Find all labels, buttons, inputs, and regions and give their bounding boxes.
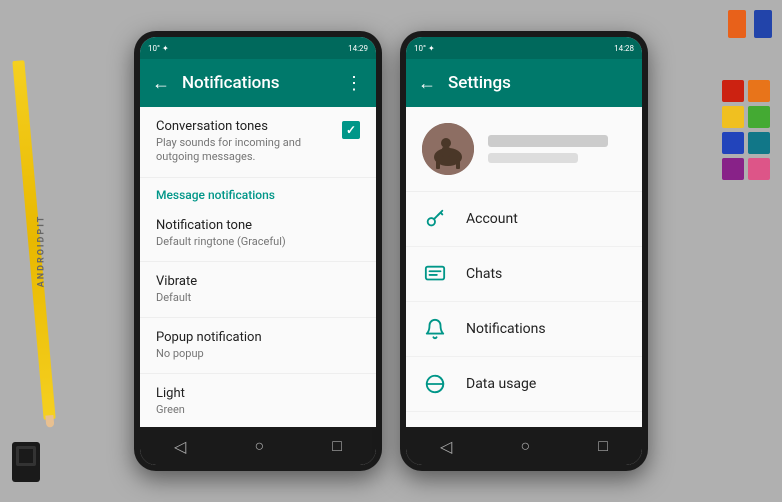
profile-name	[488, 135, 608, 147]
vibrate-subtitle: Default	[156, 291, 360, 305]
profile-section[interactable]	[406, 107, 642, 192]
app-bar-right: ← Settings	[406, 59, 642, 107]
pencil-decoration	[12, 60, 55, 420]
notifications-content: Conversation tones Play sounds for incom…	[140, 107, 376, 427]
light-title: Light	[156, 386, 360, 401]
app-bar-left: ← Notifications ⋮	[140, 59, 376, 107]
bell-icon	[422, 316, 448, 342]
nav-recent-left[interactable]: □	[316, 432, 358, 460]
menu-dots-left[interactable]: ⋮	[345, 73, 364, 94]
conversation-tones-checkbox[interactable]	[342, 121, 360, 139]
bottom-nav-right: ◁ ○ □	[406, 427, 642, 465]
app-bar-title-left: Notifications	[182, 73, 333, 93]
profile-status	[488, 153, 578, 163]
conversation-tones-title: Conversation tones	[156, 119, 342, 134]
colored-blocks	[722, 80, 770, 180]
nav-back-left[interactable]: ◁	[158, 433, 202, 460]
time-right: 14:28	[614, 44, 634, 53]
clip-bottom-left	[12, 442, 40, 482]
setting-conversation-tones[interactable]: Conversation tones Play sounds for incom…	[140, 107, 376, 178]
desktop-background: ANDROIDPIT	[0, 0, 782, 502]
phone-right-screen: 10° ✦ 14:28 ← Settings	[406, 37, 642, 465]
phone-left-screen: 10° ✦ 14:29 ← Notifications ⋮	[140, 37, 376, 465]
status-bar-left: 10° ✦ 14:29	[140, 37, 376, 59]
account-label: Account	[466, 211, 518, 227]
phones-container: 10° ✦ 14:29 ← Notifications ⋮	[134, 31, 648, 471]
nav-back-right[interactable]: ◁	[424, 433, 468, 460]
nav-home-right[interactable]: ○	[504, 432, 546, 460]
setting-light[interactable]: Light Green	[140, 374, 376, 427]
phone-left: 10° ✦ 14:29 ← Notifications ⋮	[134, 31, 382, 471]
vibrate-title: Vibrate	[156, 274, 360, 289]
nav-home-left[interactable]: ○	[238, 432, 280, 460]
androidpit-label: ANDROIDPIT	[36, 215, 46, 288]
clip-blue	[754, 10, 772, 38]
menu-item-account[interactable]: Account	[406, 192, 642, 247]
menu-item-data-usage[interactable]: Data usage	[406, 357, 642, 412]
status-left-right: 10° ✦	[414, 44, 435, 53]
avatar-silhouette	[422, 123, 474, 175]
time-left: 14:29	[348, 44, 368, 53]
bottom-nav-left: ◁ ○ □	[140, 427, 376, 465]
conversation-tones-subtitle: Play sounds for incoming and outgoing me…	[156, 136, 342, 165]
key-icon	[422, 206, 448, 232]
avatar	[422, 123, 474, 175]
status-bar-right: 10° ✦ 14:28	[406, 37, 642, 59]
settings-content: Account Chats	[406, 107, 642, 427]
signal-icon-right: 10° ✦	[414, 44, 435, 53]
profile-info	[488, 135, 626, 163]
notification-tone-subtitle: Default ringtone (Graceful)	[156, 235, 360, 249]
app-bar-title-right: Settings	[448, 73, 630, 93]
setting-vibrate[interactable]: Vibrate Default	[140, 262, 376, 318]
setting-notification-tone[interactable]: Notification tone Default ringtone (Grac…	[140, 206, 376, 262]
setting-popup[interactable]: Popup notification No popup	[140, 318, 376, 374]
notification-tone-title: Notification tone	[156, 218, 360, 233]
avatar-image	[422, 123, 474, 175]
data-usage-label: Data usage	[466, 376, 536, 392]
clip-orange	[728, 10, 746, 38]
notifications-label: Notifications	[466, 321, 546, 337]
menu-item-chats[interactable]: Chats	[406, 247, 642, 302]
chat-icon	[422, 261, 448, 287]
status-left-left: 10° ✦	[148, 44, 169, 53]
status-right-left: 14:29	[348, 44, 368, 53]
data-icon	[422, 371, 448, 397]
light-subtitle: Green	[156, 403, 360, 417]
signal-icon: 10° ✦	[148, 44, 169, 53]
nav-recent-right[interactable]: □	[582, 432, 624, 460]
binder-clips-top	[728, 10, 772, 38]
message-notifications-header: Message notifications	[140, 178, 376, 206]
menu-item-contacts[interactable]: Contacts	[406, 412, 642, 427]
status-right-right: 14:28	[614, 44, 634, 53]
popup-subtitle: No popup	[156, 347, 360, 361]
back-button-left[interactable]: ←	[152, 73, 170, 94]
menu-item-notifications[interactable]: Notifications	[406, 302, 642, 357]
back-button-right[interactable]: ←	[418, 73, 436, 94]
chats-label: Chats	[466, 266, 502, 282]
phone-right: 10° ✦ 14:28 ← Settings	[400, 31, 648, 471]
popup-title: Popup notification	[156, 330, 360, 345]
